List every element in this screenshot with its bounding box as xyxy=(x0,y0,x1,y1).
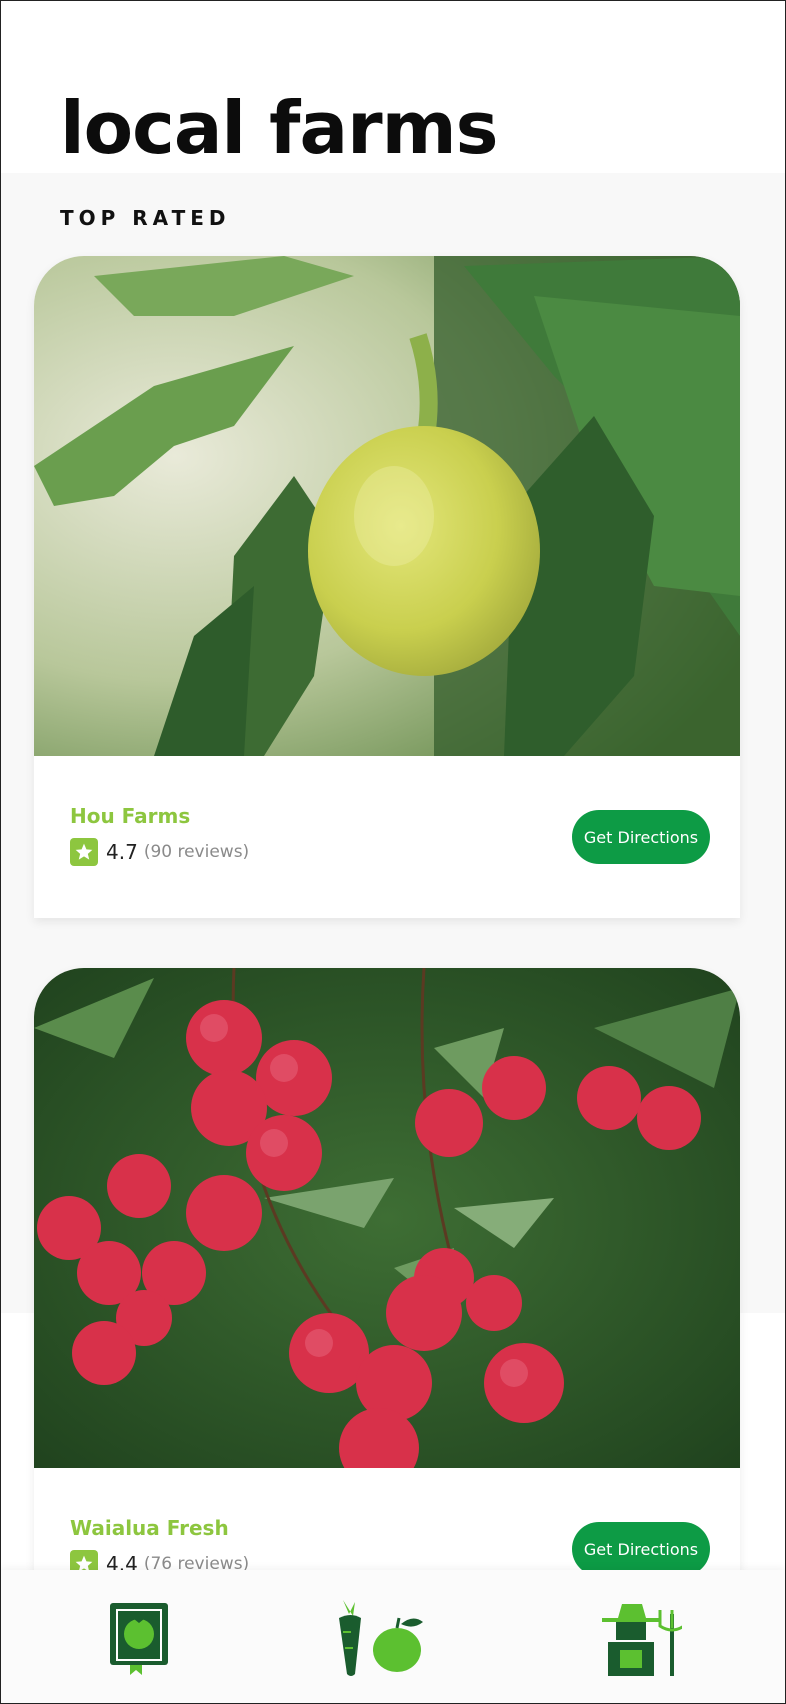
farm-name: Waialua Fresh xyxy=(70,1516,229,1540)
nav-item-farmers[interactable] xyxy=(590,1600,690,1680)
get-directions-button[interactable]: Get Directions xyxy=(572,1522,710,1576)
produce-icon xyxy=(331,1600,429,1680)
farm-name: Hou Farms xyxy=(70,804,191,828)
section-label: TOP RATED xyxy=(60,206,231,230)
lychee-tree-photo xyxy=(34,968,740,1468)
get-directions-button[interactable]: Get Directions xyxy=(572,810,710,864)
farm-card[interactable]: Waialua Fresh 4.4 (76 reviews) Get Direc… xyxy=(34,968,740,1630)
bottom-navigation xyxy=(0,1570,786,1704)
review-count: (90 reviews) xyxy=(143,842,250,862)
star-icon xyxy=(70,838,98,866)
page-title: local farms xyxy=(60,86,498,170)
breadfruit-tree-photo xyxy=(34,256,740,756)
nav-item-recipes[interactable] xyxy=(90,1600,190,1680)
farmer-icon xyxy=(598,1600,686,1680)
farm-card[interactable]: Hou Farms 4.7 (90 reviews) Get Direction… xyxy=(34,256,740,918)
recipe-book-icon xyxy=(108,1601,172,1679)
rating-row: 4.7 (90 reviews) xyxy=(70,838,249,866)
nav-item-produce[interactable] xyxy=(330,1600,430,1680)
rating-value: 4.7 xyxy=(106,840,138,864)
